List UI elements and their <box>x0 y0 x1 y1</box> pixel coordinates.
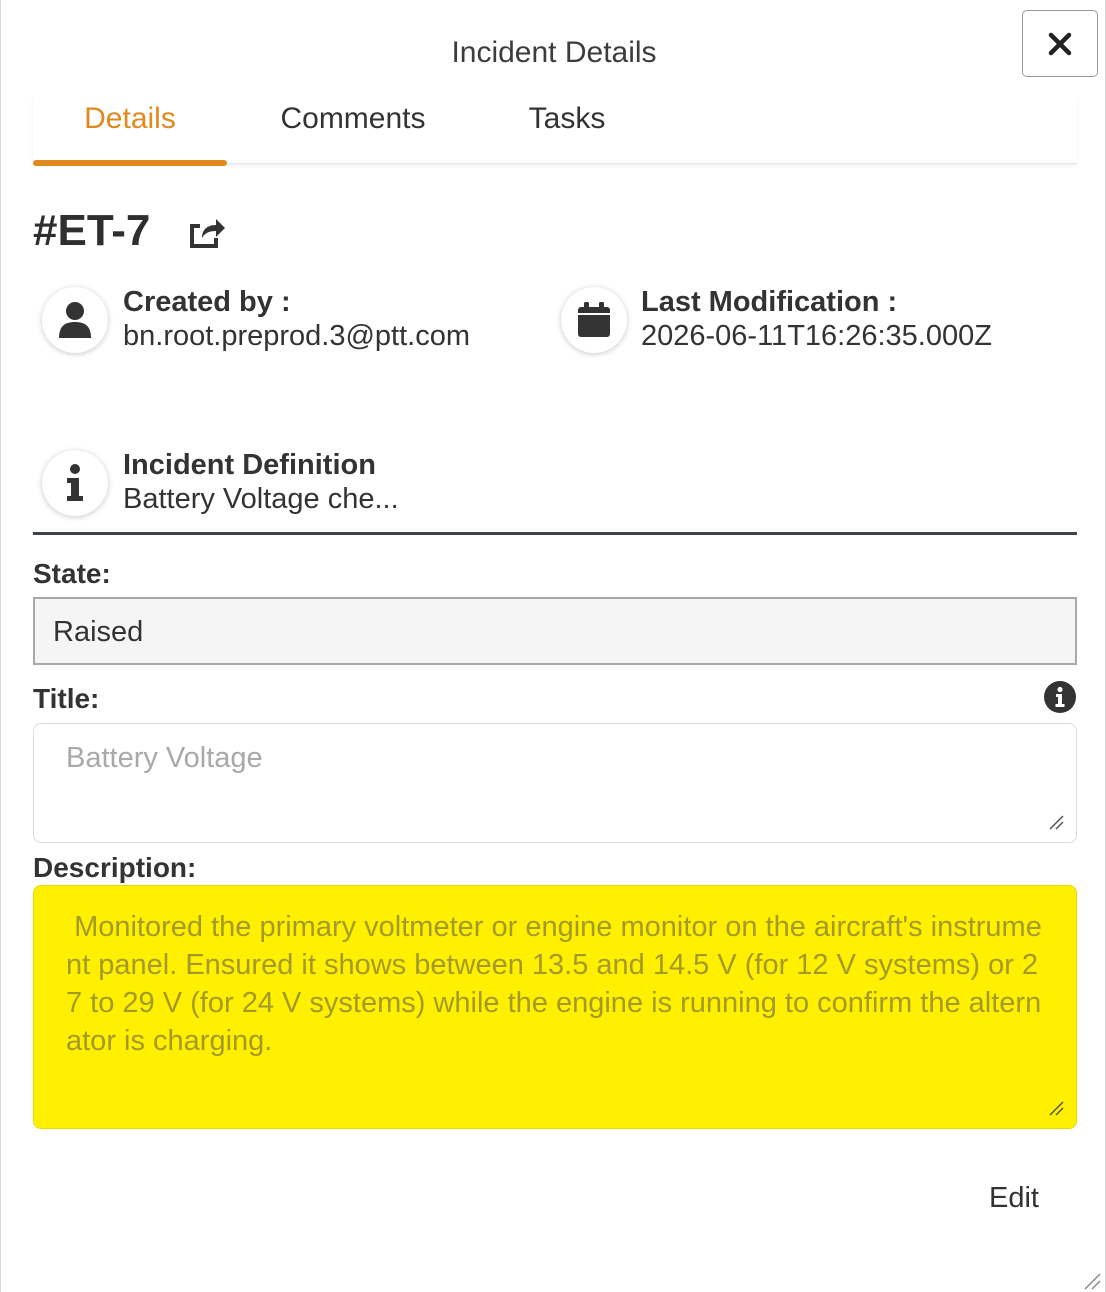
resize-grip-icon[interactable] <box>1048 1100 1064 1116</box>
tab-comments[interactable]: Comments <box>259 96 447 164</box>
section-divider <box>33 532 1077 535</box>
title-label: Title: <box>33 683 100 714</box>
edit-button[interactable]: Edit <box>989 1182 1039 1215</box>
close-button[interactable] <box>1022 10 1098 77</box>
incident-details-dialog: Incident Details Details Comments Tasks … <box>0 0 1106 1292</box>
last-modification-value: 2026-06-11T16:26:35.000Z <box>641 320 992 352</box>
incident-definition-label: Incident Definition <box>123 449 376 481</box>
tab-details[interactable]: Details <box>33 96 227 166</box>
resize-grip-icon[interactable] <box>1048 814 1064 830</box>
last-modification-label: Last Modification : <box>641 286 898 318</box>
state-label: State: <box>33 558 111 589</box>
calendar-icon <box>578 302 610 337</box>
incident-id: #ET-7 <box>33 206 151 255</box>
info-icon <box>67 464 83 501</box>
title-textarea[interactable]: Battery Voltage <box>33 723 1077 843</box>
definition-badge <box>42 450 108 516</box>
tab-tasks[interactable]: Tasks <box>511 96 623 164</box>
created-by-value: bn.root.preprod.3@ptt.com <box>123 320 471 352</box>
close-icon <box>1048 32 1072 55</box>
calendar-badge <box>561 287 627 353</box>
created-by-label: Created by : <box>123 286 291 318</box>
state-field[interactable]: Raised <box>33 597 1077 665</box>
description-text: Monitored the primary voltmeter or engin… <box>66 911 1042 1057</box>
window-resize-icon[interactable] <box>1083 1272 1101 1290</box>
tab-bar: Details Comments Tasks <box>33 96 1077 166</box>
title-info-icon[interactable] <box>1044 681 1076 713</box>
incident-definition-value: Battery Voltage che... <box>123 483 399 515</box>
title-placeholder: Battery Voltage <box>66 742 263 774</box>
user-avatar <box>42 287 108 353</box>
description-textarea[interactable]: Monitored the primary voltmeter or engin… <box>33 885 1077 1129</box>
description-label: Description: <box>33 852 197 883</box>
user-icon <box>59 302 91 338</box>
dialog-title: Incident Details <box>451 36 657 69</box>
share-icon[interactable] <box>186 214 226 250</box>
